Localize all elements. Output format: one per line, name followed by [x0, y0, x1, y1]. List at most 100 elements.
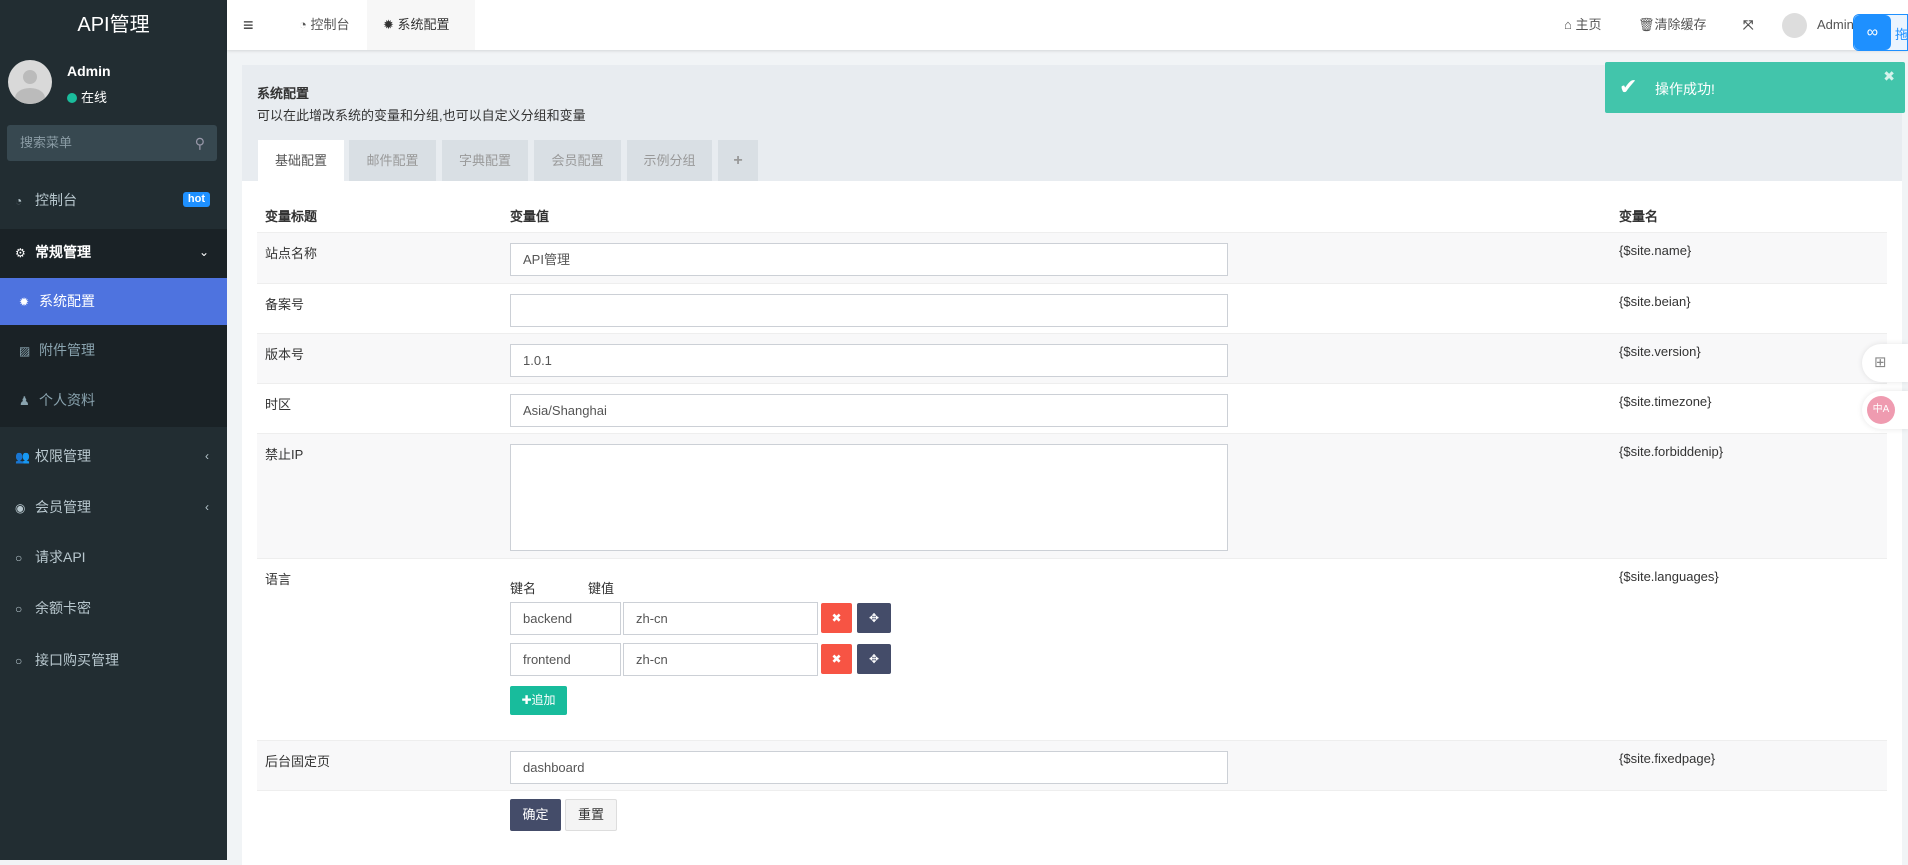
- tab-example[interactable]: 示例分组: [627, 140, 712, 181]
- sidebar-item-dashboard[interactable]: ◔ 控制台 hot: [0, 175, 227, 225]
- remove-icon[interactable]: ✖: [821, 644, 852, 674]
- var-name: {$site.version}: [1619, 344, 1701, 359]
- submenu: ✹ 系统配置 ▨ 附件管理 ♟ 个人资料: [0, 278, 227, 427]
- label: 请求API: [35, 549, 86, 565]
- translate-widget[interactable]: 中A: [1862, 391, 1908, 429]
- var-name: {$site.beian}: [1619, 294, 1691, 309]
- beian-input[interactable]: [510, 294, 1228, 327]
- search-menu-input[interactable]: 搜索菜单 ⚲: [7, 125, 217, 161]
- tab-email[interactable]: 邮件配置: [349, 140, 436, 181]
- sidebar-item-auth[interactable]: 👥 权限管理 ‹: [0, 431, 227, 481]
- fullscreen-icon[interactable]: ⤧: [1743, 0, 1753, 50]
- search-icon[interactable]: ⚲: [195, 125, 205, 161]
- label: 余额卡密: [35, 600, 91, 616]
- dashboard-icon: ◔: [299, 17, 311, 32]
- label: 个人资料: [39, 392, 95, 408]
- tab-dashboard[interactable]: ◔ 控制台: [289, 0, 359, 50]
- sidebar-item-system-config[interactable]: ✹ 系统配置: [0, 278, 227, 325]
- sidebar-item-profile[interactable]: ♟ 个人资料: [0, 375, 227, 425]
- lang-value-input[interactable]: zh-cn: [623, 643, 818, 676]
- table-row: 备案号 {$site.beian}: [257, 283, 1887, 333]
- sidebar: API管理 Admin 在线 搜索菜单 ⚲ ◔ 控制台 hot ⚙ 常规管理 ⌄ ✹ 系统配…: [0, 0, 227, 860]
- cogs-icon: ⚙: [15, 246, 26, 260]
- row-title: 站点名称: [265, 246, 318, 261]
- translate-icon: 中A: [1867, 396, 1895, 424]
- table-row: 版本号 1.0.1 {$site.version}: [257, 333, 1887, 383]
- key-label: 键名: [510, 581, 537, 596]
- menu-toggle-icon[interactable]: ≡: [243, 0, 254, 50]
- trash-icon: 🗑: [1638, 17, 1655, 32]
- row-title: 备案号: [265, 297, 305, 312]
- site-name-input[interactable]: API管理: [510, 243, 1228, 276]
- add-tab-button[interactable]: +: [718, 140, 758, 181]
- apps-icon[interactable]: ⊞: [1862, 344, 1908, 382]
- forbiddenip-textarea[interactable]: [510, 444, 1228, 551]
- header-avatar[interactable]: [1782, 13, 1807, 38]
- header-user[interactable]: Admin: [1817, 0, 1854, 50]
- user-icon: ♟: [19, 394, 30, 408]
- tab-dictionary[interactable]: 字典配置: [442, 140, 528, 181]
- close-icon[interactable]: ✖: [1883, 68, 1895, 85]
- label: 系统配置: [397, 17, 450, 32]
- table-row: 语言 键名 键值 backend zh-cn ✖ ✥ frontend zh-c…: [257, 558, 1887, 740]
- tab-basic[interactable]: 基础配置: [258, 140, 344, 181]
- label: 附件管理: [39, 342, 95, 358]
- page-title: 系统配置: [257, 86, 310, 101]
- user-name: Admin: [67, 63, 111, 79]
- sidebar-item-balance-card[interactable]: ○ 余额卡密: [0, 583, 227, 633]
- circle-icon: ○: [15, 551, 23, 565]
- timezone-input[interactable]: Asia/Shanghai: [510, 394, 1228, 427]
- var-name: {$site.forbiddenip}: [1619, 444, 1724, 459]
- row-title: 时区: [265, 397, 292, 412]
- hot-badge: hot: [182, 192, 210, 207]
- drag-move-icon[interactable]: ✥: [857, 644, 891, 674]
- circle-icon: ○: [15, 654, 23, 668]
- sidebar-item-general[interactable]: ⚙ 常规管理 ⌄: [0, 229, 227, 278]
- version-input[interactable]: 1.0.1: [510, 344, 1228, 377]
- remove-icon[interactable]: ✖: [821, 603, 852, 633]
- search-placeholder: 搜索菜单: [20, 135, 73, 150]
- reset-button[interactable]: 重置: [565, 799, 617, 831]
- table-row: 禁止IP {$site.forbiddenip}: [257, 433, 1887, 558]
- label: 追加: [531, 693, 556, 707]
- dashboard-icon: ◔: [15, 194, 23, 208]
- table-row: 站点名称 API管理 {$site.name}: [257, 232, 1887, 283]
- fixedpage-input[interactable]: dashboard: [510, 751, 1228, 784]
- sidebar-item-members[interactable]: ◉ 会员管理 ‹: [0, 482, 227, 532]
- drag-move-icon[interactable]: ✥: [857, 603, 891, 633]
- label: 常规管理: [35, 244, 91, 260]
- toast-message: 操作成功!: [1655, 81, 1715, 97]
- table-row: 后台固定页 dashboard {$site.fixedpage}: [257, 740, 1887, 791]
- label: 接口购买管理: [35, 652, 119, 668]
- config-panel: 系统配置 可以在此增改系统的变量和分组,也可以自定义分组和变量 基础配置 邮件配…: [242, 65, 1902, 865]
- lang-key-input[interactable]: backend: [510, 602, 621, 635]
- floating-widget[interactable]: ∞ 拖: [1853, 14, 1908, 51]
- label: 会员管理: [35, 499, 91, 515]
- lang-value-input[interactable]: zh-cn: [623, 602, 818, 635]
- row-title: 禁止IP: [265, 447, 304, 462]
- home-link[interactable]: ⌂ 主页: [1564, 0, 1601, 50]
- page-subtitle: 可以在此增改系统的变量和分组,也可以自定义分组和变量: [257, 108, 586, 123]
- sidebar-item-api-purchase[interactable]: ○ 接口购买管理: [0, 635, 227, 685]
- top-header: ≡ ◔ 控制台 ✹ 系统配置 ⌂ 主页 🗑清除缓存 ⤧ Admin: [227, 0, 1908, 50]
- clear-cache-button[interactable]: 🗑清除缓存: [1638, 0, 1707, 50]
- header-title: 变量标题: [265, 209, 318, 224]
- label: 系统配置: [39, 293, 95, 309]
- tab-member[interactable]: 会员配置: [534, 140, 621, 181]
- label: 控制台: [35, 192, 77, 208]
- user-status: 在线: [67, 87, 107, 106]
- chevron-left-icon: ‹: [205, 500, 209, 514]
- var-name: {$site.languages}: [1619, 569, 1719, 584]
- submit-button[interactable]: 确定: [510, 799, 561, 831]
- success-toast: ✔ 操作成功! ✖: [1605, 62, 1905, 113]
- group-icon: 👥: [15, 450, 30, 464]
- var-name: {$site.name}: [1619, 243, 1692, 258]
- cloud-icon: ∞: [1854, 15, 1891, 50]
- sidebar-item-attachments[interactable]: ▨ 附件管理: [0, 325, 227, 375]
- logo[interactable]: API管理: [0, 0, 227, 50]
- sidebar-item-request-api[interactable]: ○ 请求API: [0, 532, 227, 582]
- add-pair-button[interactable]: ✚追加: [510, 686, 567, 715]
- row-title: 后台固定页: [265, 754, 331, 769]
- lang-key-input[interactable]: frontend: [510, 643, 621, 676]
- tab-system-config[interactable]: ✹ 系统配置: [367, 0, 475, 50]
